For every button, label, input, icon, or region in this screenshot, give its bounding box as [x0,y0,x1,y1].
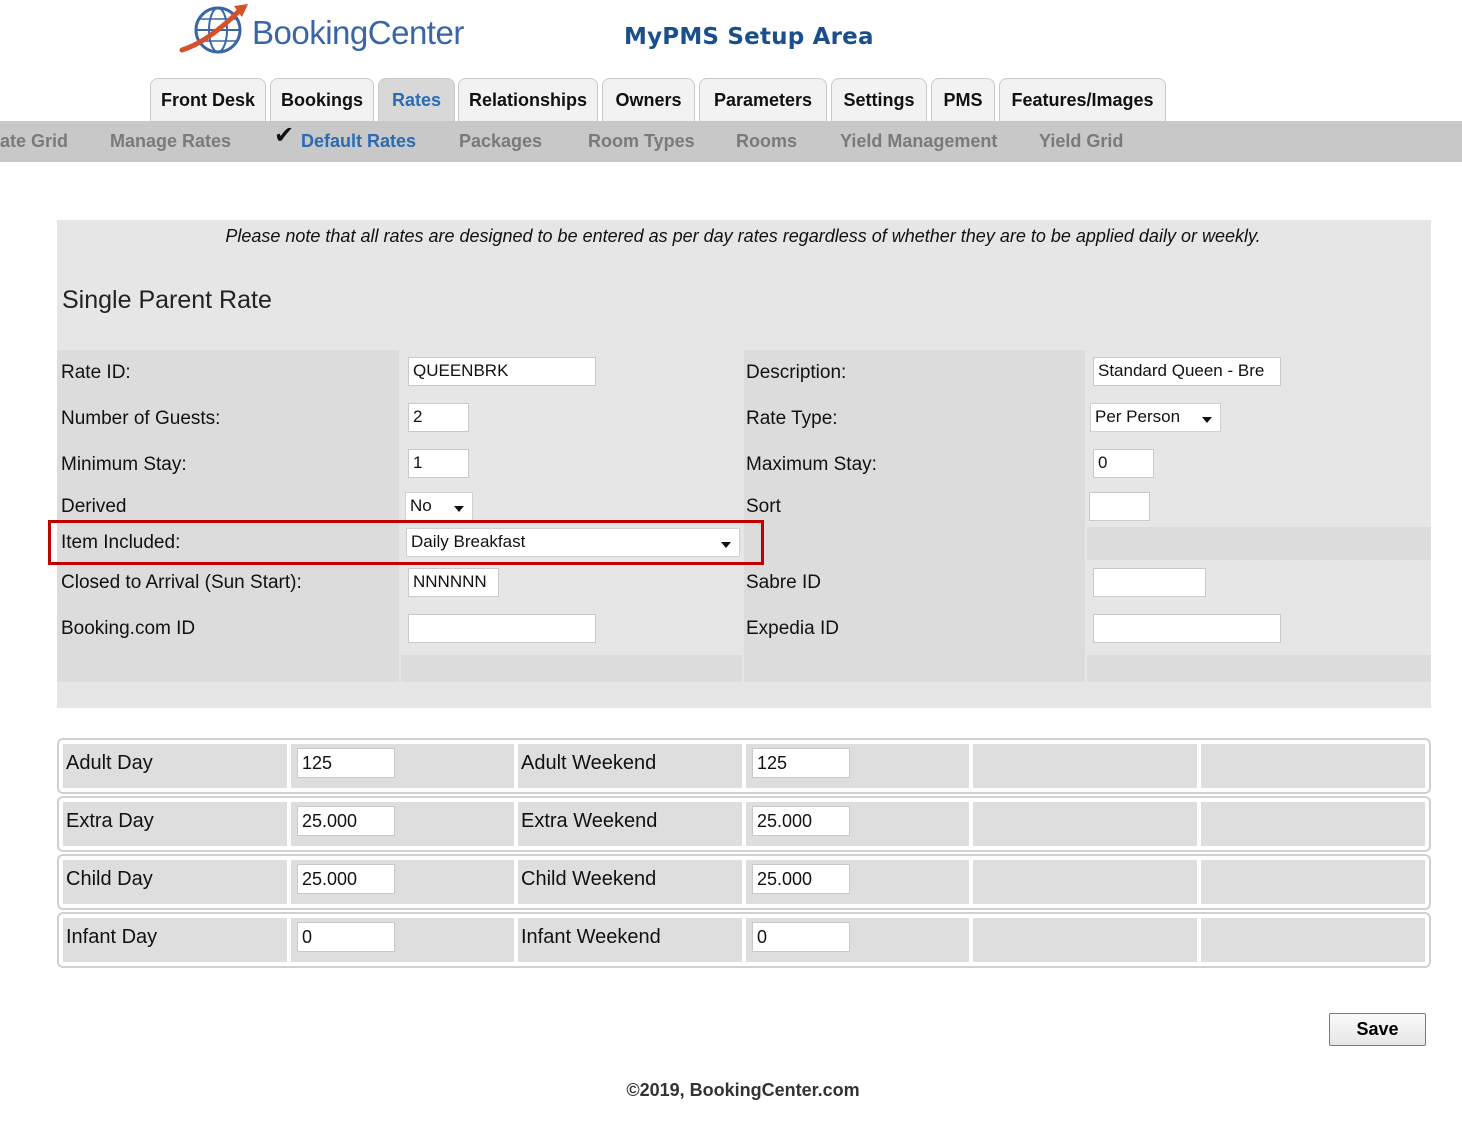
rate-id-input[interactable]: QUEENBRK [408,357,596,386]
rates-note: Please note that all rates are designed … [225,226,1261,246]
tab-relationships[interactable]: Relationships [458,78,598,121]
empty-cell [1087,655,1431,682]
item-included-highlight [48,520,764,565]
brand-name: BookingCenter [252,14,464,51]
copyright-footer: ©2019, BookingCenter.com [626,1080,860,1100]
extra-day-label: Extra Day [66,810,154,832]
description-label: Description: [746,362,847,383]
rate-type-label: Rate Type: [746,408,838,429]
infant-weekend-input[interactable]: 0 [752,922,850,952]
maximum-stay-label: Maximum Stay: [746,454,877,475]
expedia-id-label: Expedia ID [746,618,839,639]
checkmark-icon: ✔ [274,122,295,149]
extra-weekend-label: Extra Weekend [521,810,658,832]
child-day-input[interactable]: 25.000 [297,864,395,894]
adult-weekend-input[interactable]: 125 [752,748,850,778]
subnav-room-types[interactable]: Room Types [588,131,695,152]
closed-to-arrival-input[interactable]: NNNNNN [408,568,499,597]
child-weekend-input[interactable]: 25.000 [752,864,850,894]
bookingcenter-logo: BookingCenter [178,0,478,58]
infant-weekend-label: Infant Weekend [521,926,661,948]
rate-name-heading: Single Parent Rate [62,286,272,314]
child-weekend-label: Child Weekend [521,868,657,890]
sabre-id-label: Sabre ID [746,572,821,593]
tab-bookings[interactable]: Bookings [270,78,374,121]
extra-weekend-input[interactable]: 25.000 [752,806,850,836]
subnav-yield-management[interactable]: Yield Management [840,131,997,152]
adult-weekend-label: Adult Weekend [521,752,657,774]
page-title: MyPMS Setup Area [624,24,874,50]
subnav-rate-grid[interactable]: ate Grid [0,131,68,152]
adult-day-input[interactable]: 125 [297,748,395,778]
rate-row-extra: Extra Day 25.000 Extra Weekend 25.000 [57,796,1431,852]
maximum-stay-input[interactable]: 0 [1093,449,1154,478]
empty-cell [401,655,742,682]
minimum-stay-input[interactable]: 1 [408,449,469,478]
sort-input[interactable] [1089,492,1150,521]
derived-select[interactable]: No [405,492,473,521]
expedia-id-input[interactable] [1093,614,1281,643]
infant-day-input[interactable]: 0 [297,922,395,952]
subnav-default-rates[interactable]: Default Rates [301,131,416,152]
subnav-manage-rates[interactable]: Manage Rates [110,131,231,152]
tab-rates[interactable]: Rates [378,78,455,121]
sort-label: Sort [746,496,781,517]
rate-type-value: Per Person [1095,407,1181,426]
tab-settings[interactable]: Settings [831,78,927,121]
save-button[interactable]: Save [1329,1013,1426,1046]
extra-day-input[interactable]: 25.000 [297,806,395,836]
sub-navigation: ate Grid Manage Rates Default Rates Pack… [0,121,1462,162]
derived-label: Derived [61,496,127,517]
tab-front-desk[interactable]: Front Desk [150,78,266,121]
rate-row-adult: Adult Day 125 Adult Weekend 125 [57,738,1431,794]
rate-type-select[interactable]: Per Person [1090,403,1221,432]
subnav-packages[interactable]: Packages [459,131,542,152]
tab-features-images[interactable]: Features/Images [999,78,1166,121]
empty-cell [1087,527,1431,560]
rate-row-child: Child Day 25.000 Child Weekend 25.000 [57,854,1431,910]
rate-id-label: Rate ID: [61,362,131,383]
child-day-label: Child Day [66,868,153,890]
booking-com-id-input[interactable] [408,614,596,643]
chevron-down-icon [454,506,464,512]
chevron-down-icon [1202,417,1212,423]
derived-value: No [410,496,432,515]
tab-pms[interactable]: PMS [931,78,995,121]
tab-parameters[interactable]: Parameters [699,78,827,121]
booking-com-id-label: Booking.com ID [61,618,196,639]
subnav-rooms[interactable]: Rooms [736,131,797,152]
number-of-guests-input[interactable]: 2 [408,403,469,432]
subnav-yield-grid[interactable]: Yield Grid [1039,131,1123,152]
number-of-guests-label: Number of Guests: [61,408,221,429]
description-input[interactable]: Standard Queen - Bre [1093,357,1281,386]
closed-to-arrival-label: Closed to Arrival (Sun Start): [61,572,302,593]
globe-logo-icon [179,4,248,54]
minimum-stay-label: Minimum Stay: [61,454,187,475]
infant-day-label: Infant Day [66,926,158,948]
rate-row-infant: Infant Day 0 Infant Weekend 0 [57,912,1431,968]
sabre-id-input[interactable] [1093,568,1206,597]
tab-owners[interactable]: Owners [602,78,695,121]
adult-day-label: Adult Day [66,752,153,774]
